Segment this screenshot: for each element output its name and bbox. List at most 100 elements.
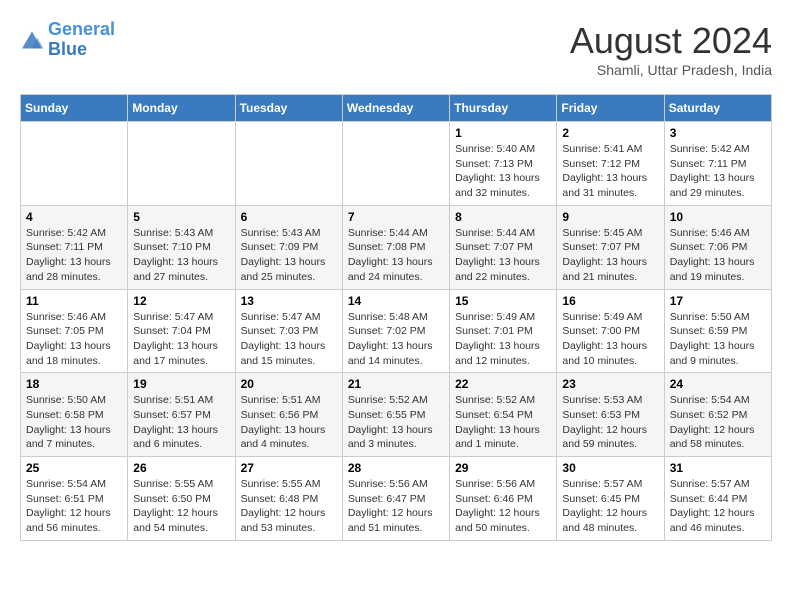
month-title: August 2024 — [570, 20, 772, 62]
calendar-cell: 19 Sunrise: 5:51 AM Sunset: 6:57 PM Dayli… — [128, 373, 235, 457]
weekday-header-monday: Monday — [128, 95, 235, 122]
day-info: Sunrise: 5:53 AM Sunset: 6:53 PM Dayligh… — [562, 393, 658, 452]
day-number: 15 — [455, 294, 551, 308]
day-info: Sunrise: 5:51 AM Sunset: 6:57 PM Dayligh… — [133, 393, 229, 452]
weekday-header-tuesday: Tuesday — [235, 95, 342, 122]
day-info: Sunrise: 5:55 AM Sunset: 6:48 PM Dayligh… — [241, 477, 337, 536]
logo-text: General Blue — [48, 20, 115, 60]
calendar-cell: 4 Sunrise: 5:42 AM Sunset: 7:11 PM Daylig… — [21, 205, 128, 289]
day-number: 2 — [562, 126, 658, 140]
day-number: 1 — [455, 126, 551, 140]
calendar-cell: 2 Sunrise: 5:41 AM Sunset: 7:12 PM Daylig… — [557, 122, 664, 206]
day-number: 27 — [241, 461, 337, 475]
calendar-cell: 24 Sunrise: 5:54 AM Sunset: 6:52 PM Dayli… — [664, 373, 771, 457]
calendar-cell: 3Sunrise: 5:42 AM Sunset: 7:11 PM Daylig… — [664, 122, 771, 206]
calendar-cell: 25Sunrise: 5:54 AM Sunset: 6:51 PM Dayli… — [21, 457, 128, 541]
day-number: 23 — [562, 377, 658, 391]
calendar-cell: 10Sunrise: 5:46 AM Sunset: 7:06 PM Dayli… — [664, 205, 771, 289]
day-number: 31 — [670, 461, 766, 475]
location: Shamli, Uttar Pradesh, India — [570, 62, 772, 78]
day-info: Sunrise: 5:54 AM Sunset: 6:51 PM Dayligh… — [26, 477, 122, 536]
calendar-cell: 29Sunrise: 5:56 AM Sunset: 6:46 PM Dayli… — [450, 457, 557, 541]
logo-line1: General — [48, 19, 115, 39]
calendar-cell: 26Sunrise: 5:55 AM Sunset: 6:50 PM Dayli… — [128, 457, 235, 541]
week-row-2: 4 Sunrise: 5:42 AM Sunset: 7:11 PM Daylig… — [21, 205, 772, 289]
calendar-cell: 22Sunrise: 5:52 AM Sunset: 6:54 PM Dayli… — [450, 373, 557, 457]
day-number: 12 — [133, 294, 229, 308]
day-number: 13 — [241, 294, 337, 308]
day-number: 4 — [26, 210, 122, 224]
page-header: General Blue August 2024 Shamli, Uttar P… — [20, 20, 772, 78]
day-number: 7 — [348, 210, 444, 224]
day-number: 20 — [241, 377, 337, 391]
day-number: 19 — [133, 377, 229, 391]
logo-icon — [20, 30, 44, 50]
day-info: Sunrise: 5:46 AM Sunset: 7:06 PM Dayligh… — [670, 226, 766, 285]
day-info: Sunrise: 5:42 AM Sunset: 7:11 PM Dayligh… — [670, 142, 766, 201]
day-number: 24 — [670, 377, 766, 391]
day-number: 11 — [26, 294, 122, 308]
logo: General Blue — [20, 20, 115, 60]
day-number: 21 — [348, 377, 444, 391]
calendar-cell: 18 Sunrise: 5:50 AM Sunset: 6:58 PM Dayli… — [21, 373, 128, 457]
day-number: 14 — [348, 294, 444, 308]
day-number: 26 — [133, 461, 229, 475]
calendar-cell: 27 Sunrise: 5:55 AM Sunset: 6:48 PM Dayli… — [235, 457, 342, 541]
weekday-header-row: SundayMondayTuesdayWednesdayThursdayFrid… — [21, 95, 772, 122]
day-info: Sunrise: 5:49 AM Sunset: 7:00 PM Dayligh… — [562, 310, 658, 369]
weekday-header-thursday: Thursday — [450, 95, 557, 122]
calendar-cell: 23 Sunrise: 5:53 AM Sunset: 6:53 PM Dayli… — [557, 373, 664, 457]
day-number: 30 — [562, 461, 658, 475]
day-number: 18 — [26, 377, 122, 391]
day-info: Sunrise: 5:49 AM Sunset: 7:01 PM Dayligh… — [455, 310, 551, 369]
day-info: Sunrise: 5:56 AM Sunset: 6:47 PM Dayligh… — [348, 477, 444, 536]
day-number: 16 — [562, 294, 658, 308]
calendar-cell: 16 Sunrise: 5:49 AM Sunset: 7:00 PM Dayli… — [557, 289, 664, 373]
day-info: Sunrise: 5:52 AM Sunset: 6:55 PM Dayligh… — [348, 393, 444, 452]
week-row-3: 11Sunrise: 5:46 AM Sunset: 7:05 PM Dayli… — [21, 289, 772, 373]
day-info: Sunrise: 5:50 AM Sunset: 6:58 PM Dayligh… — [26, 393, 122, 452]
calendar-cell: 17 Sunrise: 5:50 AM Sunset: 6:59 PM Dayli… — [664, 289, 771, 373]
day-number: 6 — [241, 210, 337, 224]
calendar-cell: 11Sunrise: 5:46 AM Sunset: 7:05 PM Dayli… — [21, 289, 128, 373]
day-info: Sunrise: 5:42 AM Sunset: 7:11 PM Dayligh… — [26, 226, 122, 285]
calendar-cell: 21 Sunrise: 5:52 AM Sunset: 6:55 PM Dayli… — [342, 373, 449, 457]
day-info: Sunrise: 5:51 AM Sunset: 6:56 PM Dayligh… — [241, 393, 337, 452]
day-number: 29 — [455, 461, 551, 475]
day-number: 28 — [348, 461, 444, 475]
day-number: 5 — [133, 210, 229, 224]
calendar-cell: 28 Sunrise: 5:56 AM Sunset: 6:47 PM Dayli… — [342, 457, 449, 541]
calendar-cell: 13 Sunrise: 5:47 AM Sunset: 7:03 PM Dayli… — [235, 289, 342, 373]
day-number: 22 — [455, 377, 551, 391]
day-info: Sunrise: 5:48 AM Sunset: 7:02 PM Dayligh… — [348, 310, 444, 369]
day-info: Sunrise: 5:57 AM Sunset: 6:45 PM Dayligh… — [562, 477, 658, 536]
logo-line2: Blue — [48, 39, 87, 59]
weekday-header-sunday: Sunday — [21, 95, 128, 122]
day-info: Sunrise: 5:57 AM Sunset: 6:44 PM Dayligh… — [670, 477, 766, 536]
calendar-cell: 14 Sunrise: 5:48 AM Sunset: 7:02 PM Dayli… — [342, 289, 449, 373]
calendar-cell: 9Sunrise: 5:45 AM Sunset: 7:07 PM Daylig… — [557, 205, 664, 289]
weekday-header-friday: Friday — [557, 95, 664, 122]
day-info: Sunrise: 5:47 AM Sunset: 7:03 PM Dayligh… — [241, 310, 337, 369]
calendar-cell: 6 Sunrise: 5:43 AM Sunset: 7:09 PM Daylig… — [235, 205, 342, 289]
day-info: Sunrise: 5:44 AM Sunset: 7:07 PM Dayligh… — [455, 226, 551, 285]
day-info: Sunrise: 5:41 AM Sunset: 7:12 PM Dayligh… — [562, 142, 658, 201]
calendar-cell: 20 Sunrise: 5:51 AM Sunset: 6:56 PM Dayli… — [235, 373, 342, 457]
week-row-1: 1 Sunrise: 5:40 AM Sunset: 7:13 PM Daylig… — [21, 122, 772, 206]
day-number: 17 — [670, 294, 766, 308]
calendar-cell: 5 Sunrise: 5:43 AM Sunset: 7:10 PM Daylig… — [128, 205, 235, 289]
calendar-cell: 15 Sunrise: 5:49 AM Sunset: 7:01 PM Dayli… — [450, 289, 557, 373]
day-info: Sunrise: 5:43 AM Sunset: 7:09 PM Dayligh… — [241, 226, 337, 285]
calendar-cell: 31 Sunrise: 5:57 AM Sunset: 6:44 PM Dayli… — [664, 457, 771, 541]
day-info: Sunrise: 5:43 AM Sunset: 7:10 PM Dayligh… — [133, 226, 229, 285]
day-info: Sunrise: 5:54 AM Sunset: 6:52 PM Dayligh… — [670, 393, 766, 452]
day-number: 8 — [455, 210, 551, 224]
day-info: Sunrise: 5:50 AM Sunset: 6:59 PM Dayligh… — [670, 310, 766, 369]
weekday-header-saturday: Saturday — [664, 95, 771, 122]
day-info: Sunrise: 5:45 AM Sunset: 7:07 PM Dayligh… — [562, 226, 658, 285]
day-info: Sunrise: 5:40 AM Sunset: 7:13 PM Dayligh… — [455, 142, 551, 201]
calendar-cell — [21, 122, 128, 206]
week-row-4: 18 Sunrise: 5:50 AM Sunset: 6:58 PM Dayli… — [21, 373, 772, 457]
calendar-cell: 30 Sunrise: 5:57 AM Sunset: 6:45 PM Dayli… — [557, 457, 664, 541]
day-info: Sunrise: 5:47 AM Sunset: 7:04 PM Dayligh… — [133, 310, 229, 369]
